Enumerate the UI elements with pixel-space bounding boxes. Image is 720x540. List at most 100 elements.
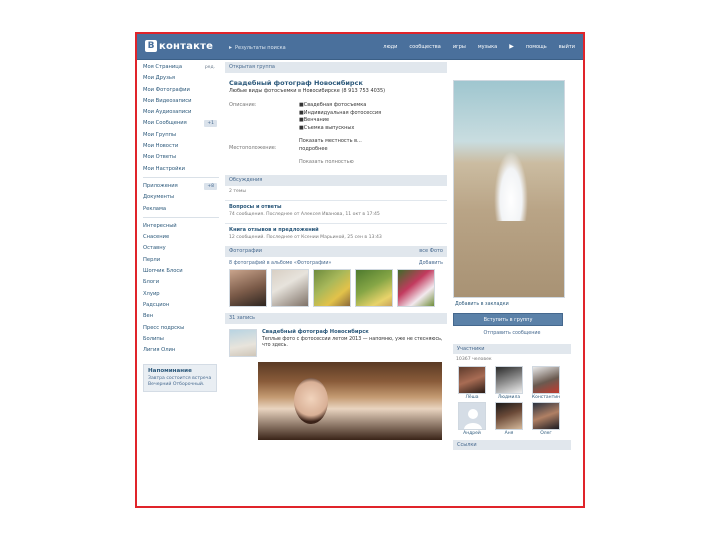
member-name: Людмила [497,395,521,400]
play-icon[interactable]: ▶ [509,43,514,50]
all-photos-link[interactable]: все Фото [419,246,443,257]
sidebar-app-link[interactable]: Лигия Олин [143,345,219,356]
sidebar-item-apps[interactable]: Приложения +8 [143,181,219,192]
nav-people[interactable]: люди [383,44,397,50]
sidebar-app-link[interactable]: Интересный [143,221,219,232]
top-bar: B контакте ▸ Результаты поиска люди сообщ… [137,34,583,60]
member-card[interactable]: Андрей [456,402,488,436]
sidebar-app-link[interactable]: Оставну [143,243,219,254]
info-label: Описание: [229,102,257,108]
discussions-count-text: 2 темы [229,188,246,194]
sidebar-item-answers[interactable]: Мои Ответы [143,152,219,163]
wall-post: Свадебный фотограф Новосибирск Теплые фо… [229,328,443,357]
search-results-link[interactable]: ▸ Результаты поиска [229,44,286,51]
member-card[interactable]: Аня [493,402,525,436]
photo-thumbnail[interactable] [313,268,351,307]
main-content: Открытая группа Свадебный фотограф Новос… [225,62,447,440]
sidebar-item-messages[interactable]: Мои Сообщения +1 [143,118,219,129]
discussion-meta: 12 сообщений. Последнее от Ксении Марьин… [229,234,382,240]
members-grid: Лёша Людмила Константин Андрей Аня Олег [456,366,571,436]
send-message-link[interactable]: Отправить сообщение [453,331,571,336]
discussion-title[interactable]: Вопросы и ответы [229,204,443,210]
add-photo-link[interactable]: Добавить [419,261,443,266]
nav-help[interactable]: помощь [526,44,547,50]
sidebar-app-link[interactable]: Пресс подрскы [143,323,219,334]
sidebar-app-link[interactable]: Вен [143,311,219,322]
member-name: Олег [540,431,552,436]
sidebar-item-label: Мои Сообщения [143,120,187,127]
sidebar-app-link[interactable]: Болипы [143,334,219,345]
sidebar-item-my-page[interactable]: Моя Страница ред. [143,62,219,73]
sidebar-item-videos[interactable]: Мои Видеозаписи [143,96,219,107]
members-count: 10367 человек [456,357,492,362]
sidebar-app-link[interactable]: Шопчик Блоси [143,266,219,277]
member-name: Аня [504,431,514,436]
nav-games[interactable]: игры [453,44,466,50]
avatar [495,402,523,430]
member-card[interactable]: Олег [530,402,562,436]
sidebar-app-link[interactable]: Радсцион [143,300,219,311]
photo-thumbnail[interactable] [397,268,435,307]
sidebar-app-link[interactable]: Блоги [143,277,219,288]
sidebar-item-friends[interactable]: Мои Друзья [143,73,219,84]
nav-communities[interactable]: сообщества [409,44,440,50]
edit-link[interactable]: ред. [205,62,215,73]
wall-post-author[interactable]: Свадебный фотограф Новосибирск [262,329,443,335]
wall-header[interactable]: 31 запись [225,312,447,324]
show-more-link[interactable]: Показать полностью [299,159,354,167]
info-link[interactable]: подробнее [299,146,362,154]
discussion-item[interactable]: Книга отзывов и предложений 12 сообщений… [229,227,443,240]
links-header[interactable]: Ссылки [453,440,571,450]
sidebar-item-documents[interactable]: Документы [143,192,219,203]
group-main-photo[interactable] [453,80,565,298]
discussion-meta: 74 сообщения. Последнее от Алексея Ивано… [229,211,380,217]
add-to-bookmarks-link[interactable]: Добавить в закладки [455,302,569,307]
sidebar-item-label: Моя Страница [143,64,183,70]
wall-post-photo[interactable] [258,361,442,440]
screenshot-frame: B контакте ▸ Результаты поиска люди сообщ… [135,32,585,508]
photo-thumbnail[interactable] [355,268,393,307]
logo-icon: B [145,40,157,52]
nav-logout[interactable]: выйти [559,44,575,50]
sidebar-app-link[interactable]: Снасение [143,232,219,243]
photos-header-title: Фотографии [229,247,262,254]
photos-header[interactable]: Фотографии все Фото [225,245,447,257]
sidebar-item-label: Приложения [143,182,178,189]
nav-music[interactable]: музыка [478,44,497,50]
site-logo[interactable]: B контакте [145,40,213,52]
search-results-label: Результаты поиска [235,45,286,51]
sidebar-item-ads[interactable]: Реклама [143,204,219,215]
logo-text: контакте [159,40,214,52]
members-header[interactable]: Участники [453,344,571,354]
wall-post-body: Свадебный фотограф Новосибирск Теплые фо… [262,329,443,357]
member-card[interactable]: Лёша [456,366,488,400]
sidebar-item-groups[interactable]: Мои Группы [143,130,219,141]
avatar[interactable] [229,328,257,357]
join-group-button[interactable]: Вступить в группу [453,313,563,326]
sidebar-divider [143,216,219,218]
sidebar-item-photos[interactable]: Мои Фотографии [143,85,219,96]
photo-strip [229,268,443,307]
sidebar-app-link[interactable]: Хлуир [143,289,219,300]
member-name: Константин [531,395,561,400]
sidebar-item-news[interactable]: Мои Новости [143,141,219,152]
discussion-title[interactable]: Книга отзывов и предложений [229,227,443,233]
sidebar-item-settings[interactable]: Мои Настройки [143,164,219,175]
reminder-box[interactable]: Напоминание Завтра состоится встреча Веч… [143,364,217,393]
discussion-item[interactable]: Вопросы и ответы 74 сообщения. Последнее… [229,204,443,217]
apps-badge: +8 [204,182,217,190]
member-card[interactable]: Константин [530,366,562,400]
photo-thumbnail[interactable] [271,268,309,307]
info-row-location: Местоположение: Показать местность в... … [229,138,443,153]
bride-image [494,151,528,221]
member-card[interactable]: Людмила [493,366,525,400]
sidebar-app-link[interactable]: Перли [143,255,219,266]
photos-count[interactable]: 8 фотографий в альбоме «Фотографии» [229,261,331,266]
sidebar-item-audio[interactable]: Мои Аудиозаписи [143,107,219,118]
photo-thumbnail[interactable] [229,268,267,307]
info-more-row: Показать полностью [229,159,443,167]
info-values: Показать местность в... подробнее [299,138,362,153]
discussions-header[interactable]: Обсуждения [225,174,447,186]
photos-subheader: 8 фотографий в альбоме «Фотографии» Доба… [229,261,443,266]
info-value: Показать местность в... [299,138,362,144]
